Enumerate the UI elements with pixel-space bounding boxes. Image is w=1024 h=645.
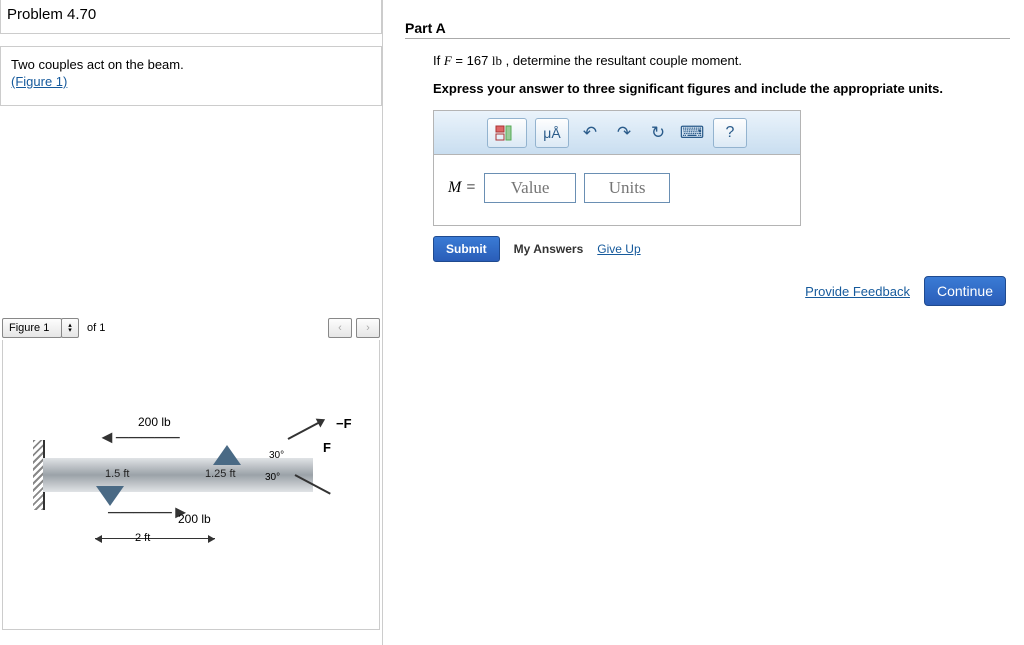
instruction-text: Express your answer to three significant… [433,81,1012,96]
figure-selector[interactable]: Figure 1 [2,318,62,338]
continue-button[interactable]: Continue [924,276,1006,306]
templates-button[interactable] [487,118,527,148]
figure-force-top: 200 lb [138,415,171,429]
figure-dim-b: 1.25 ft [205,468,236,480]
figure-prev-button[interactable]: ‹ [328,318,352,338]
problem-title: Problem 4.70 [0,0,382,34]
figure-stepper[interactable]: ▴▾ [61,318,79,338]
figure-dim-c: 2 ft [135,532,150,544]
problem-description: Two couples act on the beam. [11,57,184,72]
redo-button[interactable]: ↷ [611,119,637,147]
figure-link[interactable]: (Figure 1) [11,74,67,89]
problem-description-box: Two couples act on the beam. (Figure 1) [0,46,382,106]
help-button[interactable]: ? [713,118,747,148]
provide-feedback-link[interactable]: Provide Feedback [805,284,910,299]
beam-figure: ◄───── ─────► 200 lb 200 lb 1.5 ft 1.25 … [43,410,353,580]
figure-force-bot: 200 lb [178,512,211,526]
answer-box: μÅ ↶ ↷ ↻ ⌨ ? M = [433,110,801,226]
figure-angle-bot: 30° [265,472,280,483]
question-text: If F = 167 lb , determine the resultant … [433,53,1012,69]
greek-button[interactable]: μÅ [535,118,569,148]
figure-angle-top: 30° [269,450,284,461]
units-input[interactable] [584,173,670,203]
figure-next-button[interactable]: › [356,318,380,338]
keyboard-button[interactable]: ⌨ [679,119,705,147]
answer-variable-label: M = [448,179,476,197]
figure-panel: ◄───── ─────► 200 lb 200 lb 1.5 ft 1.25 … [2,340,380,630]
part-a-title: Part A [405,20,1010,39]
submit-button[interactable]: Submit [433,236,500,262]
value-input[interactable] [484,173,576,203]
undo-button[interactable]: ↶ [577,119,603,147]
figure-count: of 1 [81,318,111,338]
figure-negF: −F [336,416,352,431]
figure-F: F [323,440,331,455]
give-up-link[interactable]: Give Up [597,242,640,256]
answer-toolbar: μÅ ↶ ↷ ↻ ⌨ ? [434,111,800,155]
reset-button[interactable]: ↻ [645,119,671,147]
my-answers-label: My Answers [514,242,584,256]
figure-dim-a: 1.5 ft [105,468,129,480]
figure-nav-bar: Figure 1 ▴▾ of 1 ‹ › [2,318,380,338]
